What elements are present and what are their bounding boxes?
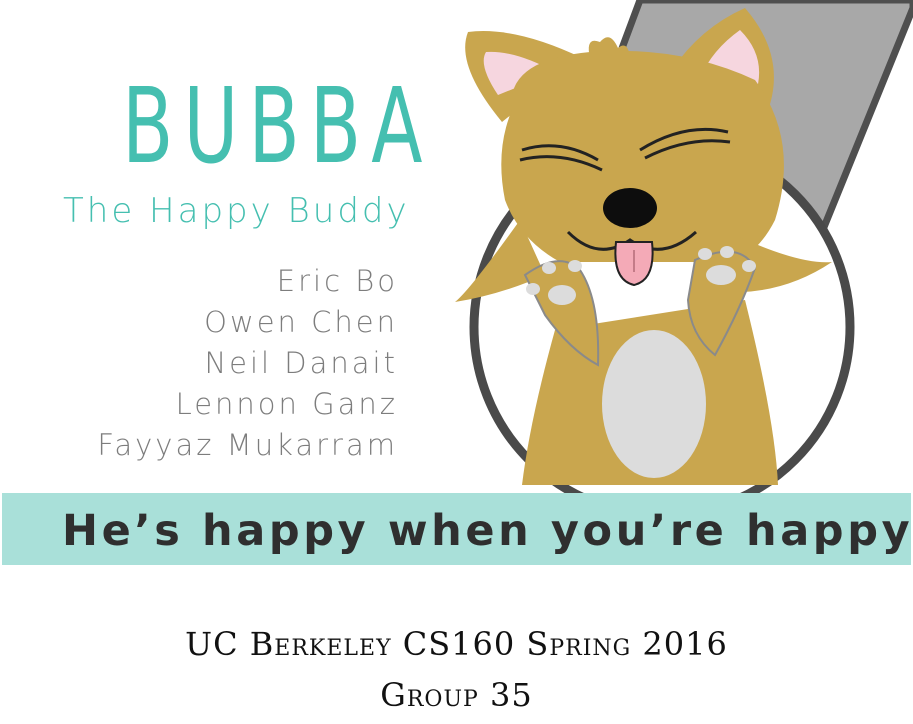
team-members-list: Eric Bo Owen Chen Neil Danait Lennon Gan…	[97, 261, 398, 466]
poster: BUBBA The Happy Buddy Eric Bo Owen Chen …	[0, 0, 913, 724]
team-member: Fayyaz Mukarram	[97, 428, 398, 462]
poster-subtitle: The Happy Buddy	[63, 191, 410, 231]
tagline: He’s happy when you’re happy.	[62, 506, 913, 556]
team-member: Owen Chen	[204, 305, 398, 339]
team-member: Lennon Ganz	[175, 387, 398, 421]
poster-title: BUBBA	[122, 65, 433, 187]
course-line: UC Berkeley CS160 Spring 2016	[185, 625, 728, 663]
team-member: Eric Bo	[276, 264, 398, 298]
team-member: Neil Danait	[204, 346, 398, 380]
group-line: Group 35	[380, 676, 533, 714]
